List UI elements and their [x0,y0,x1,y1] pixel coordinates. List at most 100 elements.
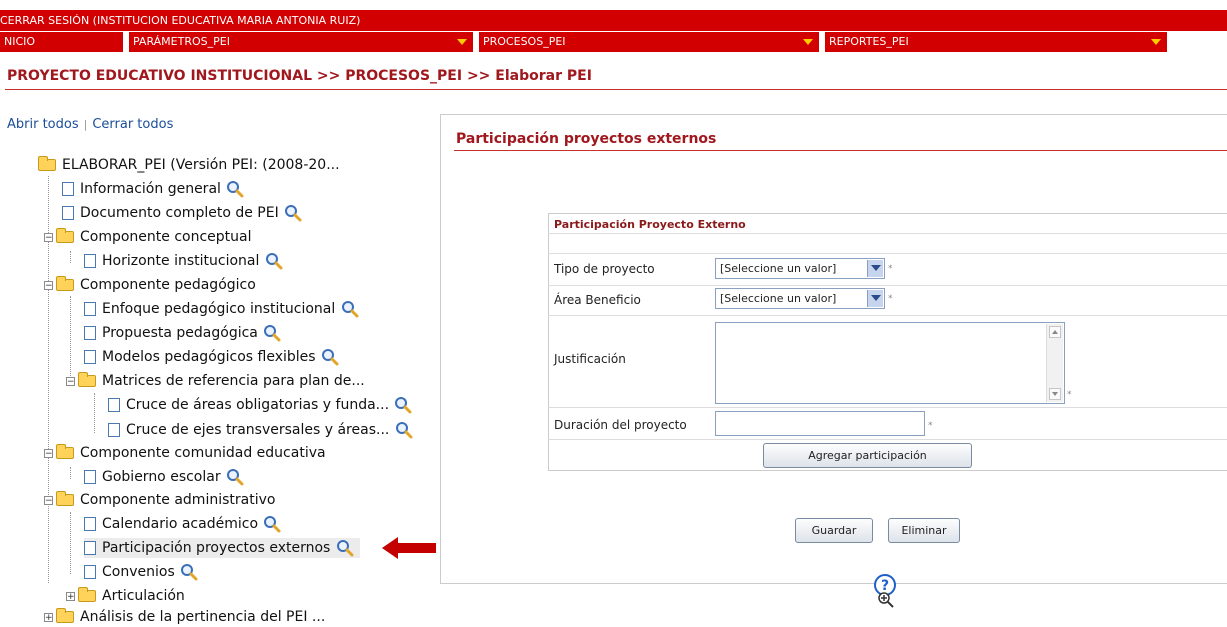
tree-line [70,467,71,479]
tree-item-matrices-referencia[interactable]: − Matrices de referencia para plan de... [66,371,365,391]
collapse-icon[interactable]: − [44,280,53,290]
tree-item-componente-conceptual[interactable]: − Componente conceptual [44,227,252,247]
document-icon [84,350,96,364]
tree-node-label: Componente administrativo [80,492,276,508]
document-icon [84,326,96,340]
magnifier-icon[interactable] [284,204,302,222]
tree-node-label: Componente comunidad educativa [80,445,326,461]
tree-item-propuesta-pedagogica[interactable]: Propuesta pedagógica [84,323,281,343]
logout-link[interactable]: CERRAR SESIÓN (INSTITUCION EDUCATIVA MAR… [0,14,360,27]
folder-icon [56,608,74,623]
breadcrumb: PROYECTO EDUCATIVO INSTITUCIONAL >> PROC… [7,68,592,84]
form-row [548,234,1227,254]
tree-line [70,251,71,263]
document-icon [84,302,96,316]
dropdown-arrow-icon [457,39,467,45]
logout-bar[interactable]: CERRAR SESIÓN (INSTITUCION EDUCATIVA MAR… [0,10,1227,31]
tree-item-cruce-ejes[interactable]: Cruce de ejes transversales y áreas... [108,420,413,440]
pointer-arrow-icon [382,537,436,559]
required-mark: * [888,264,893,274]
tree-node-label: Información general [80,181,221,197]
menu-parametros-label: PARÁMETROS_PEI [133,35,230,48]
tree-item-documento-completo[interactable]: Documento completo de PEI [62,203,302,223]
tree-line [70,512,71,574]
area-beneficio-select[interactable]: [Seleccione un valor] [715,288,885,309]
document-icon [62,206,74,220]
magnifier-icon[interactable] [395,421,413,439]
tree-item-componente-administrativo[interactable]: − Componente administrativo [44,490,275,510]
tipo-proyecto-select[interactable]: [Seleccione un valor] [715,258,885,279]
tree-node-label: Componente pedagógico [80,277,256,293]
panel-title-divider [454,150,1227,151]
magnifier-icon[interactable] [180,563,198,581]
help-icon[interactable]: ? [871,572,901,612]
tree-line [94,393,95,433]
chevron-down-icon[interactable] [867,290,883,307]
tree-item-articulacion[interactable]: + Articulación [66,586,185,606]
tree-item-calendario-academico[interactable]: Calendario académico [84,514,281,534]
tree-item-modelos-flexibles[interactable]: Modelos pedagógicos flexibles [84,347,339,367]
folder-open-icon [78,372,96,387]
scroll-up-icon[interactable] [1049,326,1061,338]
tree-item-convenios[interactable]: Convenios [84,562,198,582]
tree-item-horizonte-institucional[interactable]: Horizonte institucional [84,251,283,271]
menu-procesos-label: PROCESOS_PEI [483,35,566,48]
menu-parametros[interactable]: PARÁMETROS_PEI [129,32,473,52]
magnifier-icon[interactable] [263,515,281,533]
magnifier-icon[interactable] [265,252,283,270]
tree-node-label: Enfoque pedagógico institucional [102,301,336,317]
tree-node-label: Calendario académico [102,516,259,532]
tree-item-informacion-general[interactable]: Información general [62,179,244,199]
scroll-down-icon[interactable] [1049,388,1061,400]
tree-item-comunidad-educativa[interactable]: − Componente comunidad educativa [44,443,326,463]
tree-node-label: Gobierno escolar [102,469,221,485]
close-all-link[interactable]: Cerrar todos [92,117,173,132]
magnifier-icon[interactable] [394,396,412,414]
tree-node-label: Horizonte institucional [102,253,260,269]
document-icon [84,517,96,531]
menu-inicio[interactable]: NICIO [0,32,123,52]
tree-item-analisis-pertinencia[interactable]: + Análisis de la pertinencia del PEI ... [44,607,325,627]
required-mark: * [1067,390,1072,400]
magnifier-icon[interactable] [321,348,339,366]
tree-item-participacion-proyectos[interactable]: Participación proyectos externos [84,538,360,558]
document-icon [62,182,74,196]
open-all-link[interactable]: Abrir todos [7,117,79,132]
tree-item-gobierno-escolar[interactable]: Gobierno escolar [84,467,244,487]
tipo-proyecto-label: Tipo de proyecto [554,262,655,276]
tree-item-enfoque-pedagogico[interactable]: Enfoque pedagógico institucional [84,299,359,319]
collapse-icon[interactable]: − [44,448,53,458]
collapse-icon[interactable]: − [44,232,53,242]
document-icon [84,565,96,579]
collapse-icon[interactable]: − [44,495,53,505]
tree-root[interactable]: ELABORAR_PEI (Versión PEI: (2008-20... [38,155,340,175]
chevron-down-icon[interactable] [867,260,883,277]
save-button[interactable]: Guardar [795,518,873,543]
duracion-input[interactable] [715,411,925,436]
magnifier-icon[interactable] [226,180,244,198]
tree-item-componente-pedagogico[interactable]: − Componente pedagógico [44,275,256,295]
tree-node-label: Componente conceptual [80,229,252,245]
magnifier-icon[interactable] [341,300,359,318]
tree-item-cruce-areas[interactable]: Cruce de áreas obligatorias y funda... [108,395,412,415]
delete-button[interactable]: Eliminar [888,518,960,543]
expand-icon[interactable]: + [44,612,53,622]
magnifier-icon[interactable] [263,324,281,342]
expand-icon[interactable]: + [66,591,75,601]
folder-open-icon [56,491,74,506]
menu-reportes[interactable]: REPORTES_PEI [825,32,1167,52]
dropdown-arrow-icon [803,39,813,45]
form-row [548,213,1227,234]
scrollbar[interactable] [1046,324,1063,402]
add-participation-button[interactable]: Agregar participación [763,443,972,468]
collapse-icon[interactable]: − [66,376,75,386]
magnifier-icon[interactable] [226,468,244,486]
justificacion-textarea[interactable] [715,322,1065,404]
menu-procesos[interactable]: PROCESOS_PEI [479,32,819,52]
folder-icon [78,587,96,602]
tree-node-label: Documento completo de PEI [80,205,279,221]
document-icon [108,398,120,412]
separator: | [83,118,88,131]
tree-controls: Abrir todos | Cerrar todos [7,117,173,132]
magnifier-icon[interactable] [336,539,354,557]
